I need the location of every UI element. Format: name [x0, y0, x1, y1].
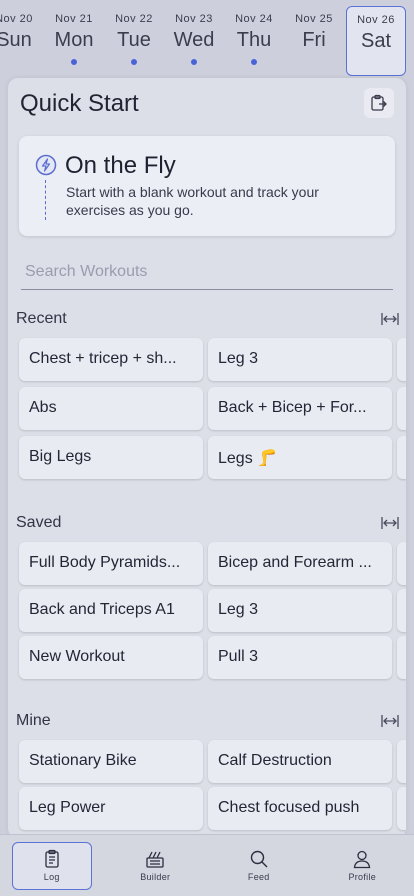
- day-date: Nov 23: [175, 13, 213, 25]
- expand-horizontal-icon[interactable]: [380, 712, 400, 730]
- workout-tile[interactable]: Legs 🦵: [208, 436, 392, 479]
- date-strip: Nov 20 Sun Nov 21 Mon Nov 22 Tue Nov 23 …: [0, 0, 414, 78]
- workout-tile[interactable]: Leg 3: [208, 338, 392, 381]
- workout-dot: [131, 59, 137, 65]
- day-date: Nov 21: [55, 13, 93, 25]
- workout-tile[interactable]: Chest focused push: [208, 787, 392, 830]
- on-the-fly-card[interactable]: On the Fly Start with a blank workout an…: [19, 136, 395, 236]
- divider-line: [45, 180, 46, 220]
- workout-tile[interactable]: Stationary Bike: [19, 740, 203, 783]
- workout-tile[interactable]: Calf Destruction: [208, 740, 392, 783]
- workout-tile[interactable]: Leg 3: [208, 589, 392, 632]
- on-the-fly-description: Start with a blank workout and track you…: [66, 184, 319, 218]
- search-input[interactable]: Search Workouts: [21, 258, 393, 290]
- quick-start-panel: Quick Start On the Fly Start with a blan…: [8, 78, 406, 838]
- day-name: Tue: [117, 29, 151, 51]
- day-name: Fri: [302, 29, 326, 51]
- day-date: Nov 22: [115, 13, 153, 25]
- day-date: Nov 25: [295, 13, 333, 25]
- workout-tile-overflow[interactable]: [397, 589, 406, 632]
- day-nov-25[interactable]: Nov 25 Fri: [284, 6, 344, 76]
- workout-tile-overflow[interactable]: [397, 636, 406, 679]
- section-label: Saved: [16, 514, 62, 531]
- section-recent-header: Recent: [16, 308, 400, 332]
- day-nov-24[interactable]: Nov 24 Thu: [224, 6, 284, 76]
- workout-tile[interactable]: Bicep and Forearm ...: [208, 542, 392, 585]
- workout-tile[interactable]: Back + Bicep + For...: [208, 387, 392, 430]
- nav-label: Profile: [348, 872, 377, 882]
- search-icon: [250, 850, 268, 868]
- expand-horizontal-icon[interactable]: [380, 310, 400, 328]
- workout-tile-overflow[interactable]: [397, 338, 406, 381]
- day-date: Nov 24: [235, 13, 273, 25]
- day-name: Sat: [360, 30, 392, 52]
- page-title: Quick Start: [20, 90, 139, 117]
- section-label: Mine: [16, 712, 51, 729]
- day-nov-26-selected[interactable]: Nov 26 Sat: [346, 6, 406, 76]
- workout-dot: [251, 59, 257, 65]
- nav-label: Log: [43, 872, 60, 882]
- share-button[interactable]: [364, 88, 394, 118]
- section-saved-header: Saved: [16, 512, 400, 536]
- nav-builder[interactable]: Builder: [104, 835, 208, 896]
- workout-tile-overflow[interactable]: [397, 740, 406, 783]
- day-nov-20[interactable]: Nov 20 Sun: [0, 6, 44, 76]
- section-mine-header: Mine: [16, 710, 400, 734]
- nav-log[interactable]: Log: [0, 835, 104, 896]
- workout-dot: [191, 59, 197, 65]
- workout-tile-overflow[interactable]: [397, 542, 406, 585]
- day-name: Sun: [0, 29, 32, 51]
- workout-tile[interactable]: Back and Triceps A1: [19, 589, 203, 632]
- day-date: Nov 26: [357, 14, 395, 26]
- builder-icon: [146, 851, 164, 868]
- day-name: Thu: [236, 29, 272, 51]
- clipboard-export-icon: [371, 94, 387, 111]
- day-name: Mon: [54, 29, 94, 51]
- expand-horizontal-icon[interactable]: [380, 514, 400, 532]
- clipboard-icon: [45, 849, 59, 868]
- user-icon: [354, 850, 371, 869]
- workout-dot: [71, 59, 77, 65]
- workout-tile[interactable]: Chest + tricep + sh...: [19, 338, 203, 381]
- nav-feed[interactable]: Feed: [207, 835, 311, 896]
- workout-tile-overflow[interactable]: [397, 436, 406, 479]
- nav-label: Builder: [140, 872, 171, 882]
- bottom-nav: Log Builder Feed Profile: [0, 834, 414, 896]
- day-name: Wed: [173, 29, 215, 51]
- workout-tile[interactable]: Abs: [19, 387, 203, 430]
- nav-label: Feed: [247, 872, 270, 882]
- workout-tile-overflow[interactable]: [397, 387, 406, 430]
- workout-tile[interactable]: Leg Power: [19, 787, 203, 830]
- nav-profile[interactable]: Profile: [311, 835, 414, 896]
- workout-tile[interactable]: Pull 3: [208, 636, 392, 679]
- workout-tile[interactable]: New Workout: [19, 636, 203, 679]
- on-the-fly-title: On the Fly: [65, 152, 176, 179]
- day-date: Nov 20: [0, 13, 33, 25]
- workout-tile[interactable]: Full Body Pyramids...: [19, 542, 203, 585]
- day-nov-21[interactable]: Nov 21 Mon: [44, 6, 104, 76]
- day-nov-23[interactable]: Nov 23 Wed: [164, 6, 224, 76]
- workout-tile-overflow[interactable]: [397, 787, 406, 830]
- lightning-icon: [35, 154, 57, 176]
- workout-tile[interactable]: Big Legs: [19, 436, 203, 479]
- day-nov-22[interactable]: Nov 22 Tue: [104, 6, 164, 76]
- section-label: Recent: [16, 310, 67, 327]
